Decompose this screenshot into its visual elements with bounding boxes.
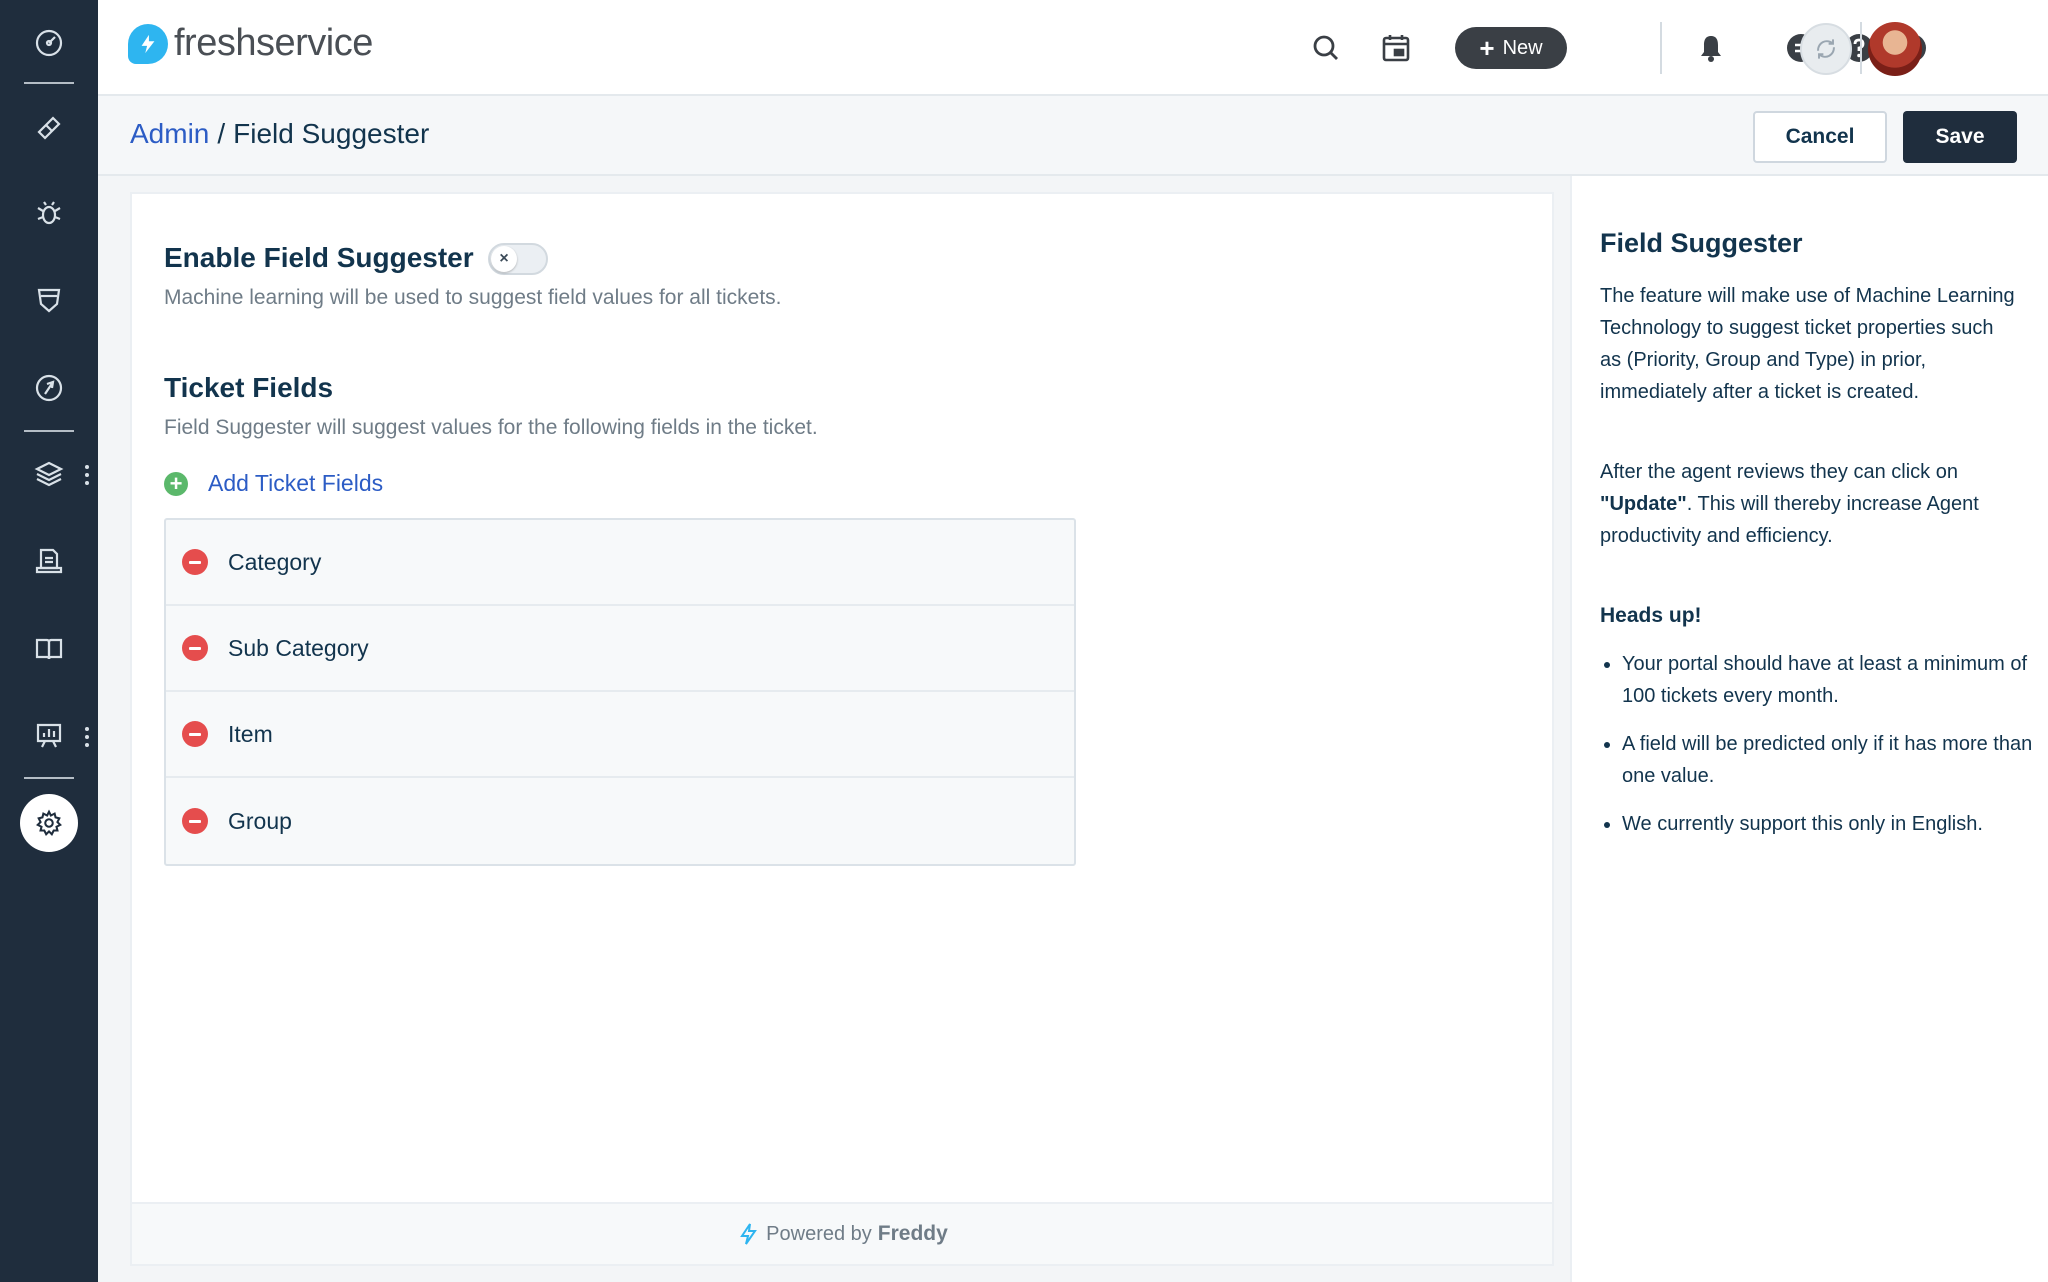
top-bar: freshservice + New <box>98 0 2048 96</box>
admin-gear-icon[interactable] <box>20 794 78 852</box>
ticket-fields-description: Field Suggester will suggest values for … <box>164 416 818 439</box>
help-paragraph: The feature will make use of Machine Lea… <box>1600 285 2015 403</box>
freddy-brand: Freddy <box>877 1222 948 1245</box>
save-button[interactable]: Save <box>1903 111 2017 163</box>
add-circle-icon: + <box>164 471 188 496</box>
problems-icon[interactable] <box>24 188 74 238</box>
page-title: Field Suggester <box>233 118 430 149</box>
help-panel: Field Suggester The feature will make us… <box>1570 176 2048 1282</box>
calendar-icon[interactable] <box>1378 30 1414 66</box>
list-item: Item <box>166 692 1074 778</box>
heads-up-title: Heads up! <box>1600 604 1702 627</box>
list-item: Your portal should have at least a minim… <box>1622 648 2042 712</box>
ticket-field-list: Category Sub Category Item Group <box>164 518 1076 866</box>
contracts-icon[interactable] <box>24 537 74 587</box>
help-paragraph: After the agent reviews they can click o… <box>1600 456 2018 552</box>
page-header: Admin / Field Suggester Cancel Save <box>98 96 2048 176</box>
toggle-off-icon: × <box>491 246 517 272</box>
releases-icon[interactable] <box>24 363 74 413</box>
bell-icon[interactable] <box>1693 30 1729 66</box>
remove-circle-icon[interactable] <box>182 549 208 575</box>
sidebar-nav <box>0 0 98 1282</box>
field-label: Group <box>228 807 292 834</box>
add-ticket-fields-link[interactable]: + Add Ticket Fields <box>164 470 383 497</box>
freddy-bolt-icon <box>740 1223 758 1245</box>
enable-section-description: Machine learning will be used to suggest… <box>164 286 782 309</box>
tickets-icon[interactable] <box>24 103 74 153</box>
breadcrumb-separator: / <box>217 118 226 149</box>
list-item: Sub Category <box>166 606 1074 692</box>
powered-by-text: Powered by <box>766 1222 872 1245</box>
reports-icon[interactable] <box>24 710 74 760</box>
plus-icon: + <box>1479 33 1495 63</box>
field-label: Category <box>228 548 322 575</box>
topbar-divider <box>1860 22 1862 74</box>
remove-circle-icon[interactable] <box>182 721 208 747</box>
ticket-fields-title: Ticket Fields <box>164 372 334 403</box>
breadcrumb: Admin / Field Suggester <box>130 118 429 150</box>
field-label: Item <box>228 720 273 747</box>
update-keyword: "Update" <box>1600 493 1687 515</box>
breadcrumb-admin-link[interactable]: Admin <box>130 118 209 150</box>
help-paragraph-prefix: After the agent reviews they can click o… <box>1600 461 1958 483</box>
new-button-label: New <box>1502 36 1543 59</box>
sidebar-divider <box>24 82 74 84</box>
solutions-icon[interactable] <box>24 624 74 674</box>
settings-card: Enable Field Suggester × Machine learnin… <box>130 192 1554 1266</box>
list-item: Group <box>166 778 1074 864</box>
assets-icon[interactable] <box>24 449 74 499</box>
user-avatar[interactable] <box>1868 22 1922 76</box>
changes-icon[interactable] <box>24 275 74 325</box>
remove-circle-icon[interactable] <box>182 808 208 834</box>
powered-by-footer: Powered by Freddy <box>132 1202 1552 1264</box>
enable-field-suggester-toggle[interactable]: × <box>488 243 548 275</box>
brand-name: freshservice <box>174 22 373 64</box>
new-button[interactable]: + New <box>1455 27 1567 69</box>
cancel-button[interactable]: Cancel <box>1753 111 1887 163</box>
list-item: A field will be predicted only if it has… <box>1622 728 2042 792</box>
list-item: Category <box>166 520 1074 606</box>
enable-section-title: Enable Field Suggester <box>164 242 474 273</box>
list-item: We currently support this only in Englis… <box>1622 808 2042 840</box>
heads-up-list: Your portal should have at least a minim… <box>1622 648 2042 856</box>
add-ticket-fields-label: Add Ticket Fields <box>208 470 384 496</box>
search-icon[interactable] <box>1308 30 1344 66</box>
sidebar-divider <box>24 430 74 432</box>
freshservice-logo[interactable]: freshservice <box>128 22 373 65</box>
logo-mark-icon <box>128 23 168 64</box>
refresh-icon[interactable] <box>1800 23 1852 75</box>
sidebar-divider <box>24 777 74 779</box>
field-label: Sub Category <box>228 634 369 661</box>
remove-circle-icon[interactable] <box>182 635 208 661</box>
reports-more-menu[interactable] <box>84 727 90 747</box>
assets-more-menu[interactable] <box>84 465 90 485</box>
help-panel-title: Field Suggester <box>1600 228 1803 258</box>
topbar-divider <box>1660 22 1662 74</box>
dashboard-icon[interactable] <box>24 18 74 68</box>
